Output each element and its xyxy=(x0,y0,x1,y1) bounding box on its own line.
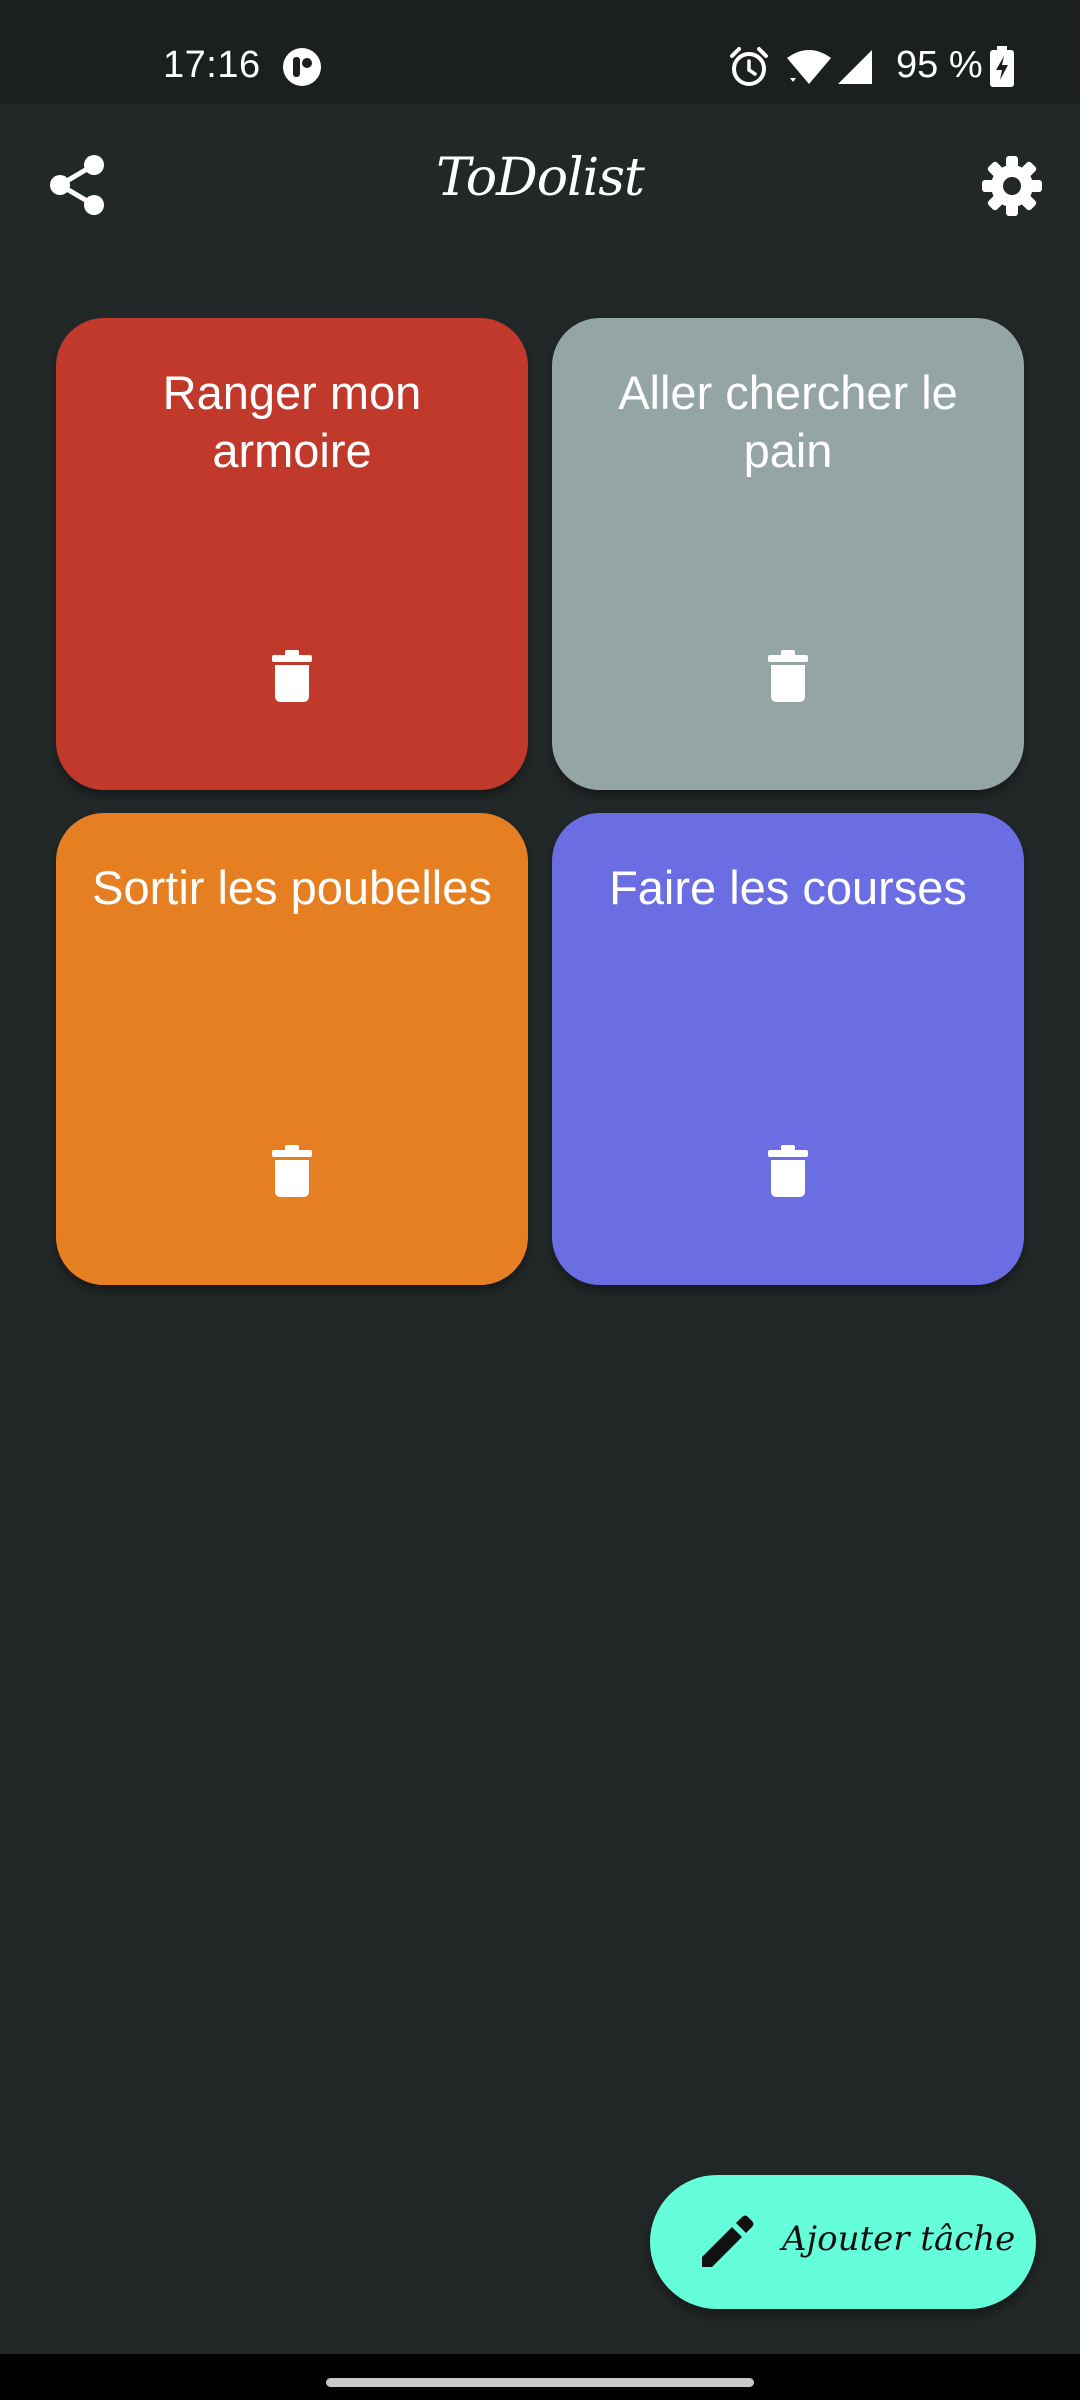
task-title: Faire les courses xyxy=(609,861,967,914)
pencil-icon xyxy=(702,2215,754,2267)
task-card[interactable]: Faire les courses xyxy=(552,813,1024,1285)
wifi-icon xyxy=(787,50,831,84)
app-notification-icon xyxy=(283,48,321,86)
app-bar: ToDolist xyxy=(0,104,1080,264)
battery-charging-icon xyxy=(990,46,1014,87)
task-title: Ranger mon armoire xyxy=(162,366,422,477)
add-task-button[interactable]: Ajouter tâche xyxy=(650,2175,1036,2309)
trash-icon[interactable] xyxy=(768,1145,808,1197)
trash-icon[interactable] xyxy=(272,650,312,702)
navigation-bar xyxy=(0,2354,1080,2400)
signal-icon xyxy=(838,50,872,84)
alarm-icon xyxy=(730,47,768,86)
battery-percentage: 95 % xyxy=(896,44,983,86)
trash-icon[interactable] xyxy=(768,650,808,702)
trash-icon[interactable] xyxy=(272,1145,312,1197)
status-bar: 17:16 95 % xyxy=(0,0,1080,104)
task-card[interactable]: Aller chercher le pain xyxy=(552,318,1024,790)
status-time: 17:16 xyxy=(163,44,261,86)
task-title: Sortir les poubelles xyxy=(92,861,492,914)
app-title: ToDolist xyxy=(436,148,645,208)
task-card[interactable]: Sortir les poubelles xyxy=(56,813,528,1285)
home-gesture-handle[interactable] xyxy=(326,2378,754,2387)
add-task-label: Ajouter tâche xyxy=(782,2219,1016,2259)
task-title: Aller chercher le pain xyxy=(618,366,958,477)
task-card[interactable]: Ranger mon armoire xyxy=(56,318,528,790)
gear-icon[interactable] xyxy=(980,154,1044,218)
